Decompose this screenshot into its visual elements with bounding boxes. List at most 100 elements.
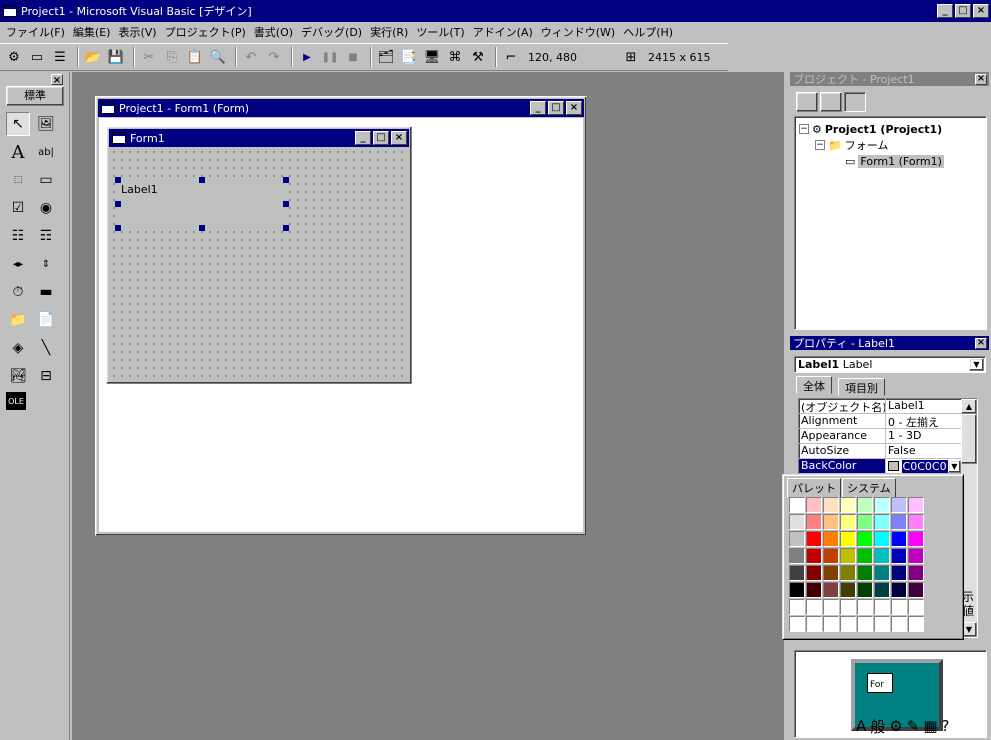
color-swatch[interactable] — [840, 582, 856, 598]
tab-palette[interactable]: パレット — [787, 478, 841, 498]
properties-window-icon[interactable]: 📑 — [399, 47, 419, 67]
toolbox-close-icon[interactable]: × — [51, 74, 63, 86]
color-swatch[interactable] — [874, 616, 890, 632]
property-row[interactable]: Alignment 0 - 左揃え — [799, 414, 977, 429]
color-swatch[interactable] — [908, 548, 924, 564]
resize-handle[interactable] — [283, 225, 289, 231]
color-swatch[interactable] — [891, 599, 907, 615]
project-explorer-title-bar[interactable]: プロジェクト - Project1 × — [790, 72, 989, 86]
form1-design-grid[interactable]: Label1 — [110, 148, 408, 380]
commandbutton-tool-icon[interactable]: ▭ — [34, 168, 58, 192]
color-swatch[interactable] — [891, 548, 907, 564]
hscrollbar-tool-icon[interactable]: ◂▸ — [6, 252, 30, 276]
menu-addins[interactable]: アドイン(A) — [473, 24, 533, 40]
color-swatch[interactable] — [823, 616, 839, 632]
menu-tools[interactable]: ツール(T) — [416, 24, 464, 40]
ole-tool-icon[interactable]: OLE — [6, 392, 26, 410]
color-swatch[interactable] — [789, 531, 805, 547]
tree-node-forms[interactable]: − 📁 フォーム — [799, 137, 982, 153]
minimize-button[interactable]: _ — [937, 4, 953, 18]
color-swatch[interactable] — [874, 582, 890, 598]
object-selector[interactable]: Label1 Label ▼ — [794, 356, 986, 373]
resize-handle[interactable] — [115, 177, 121, 183]
color-swatch[interactable] — [806, 582, 822, 598]
color-swatch[interactable] — [806, 616, 822, 632]
toolbox-tab-general[interactable]: 標準 — [6, 86, 64, 106]
designer-minimize-button[interactable]: _ — [530, 101, 546, 115]
color-swatch[interactable] — [891, 497, 907, 513]
color-swatch[interactable] — [823, 514, 839, 530]
help-icon[interactable]: ? — [942, 717, 950, 735]
tree-node-form1[interactable]: ▭ Form1 (Form1) — [799, 153, 982, 169]
project-explorer-icon[interactable]: 🗂 — [376, 47, 396, 67]
color-swatch[interactable] — [857, 616, 873, 632]
collapse-icon[interactable]: − — [815, 140, 825, 150]
color-swatch[interactable] — [908, 582, 924, 598]
menu-editor-icon[interactable]: ☰ — [50, 47, 70, 67]
copy-icon[interactable]: ⎘ — [162, 47, 182, 67]
mini-form-preview[interactable]: For — [867, 673, 893, 693]
view-object-icon[interactable] — [820, 92, 842, 112]
color-swatch[interactable] — [857, 582, 873, 598]
ime-conversion-icon[interactable]: 般 — [870, 716, 885, 737]
property-row-selected[interactable]: BackColor C0C0C0 ▼ — [799, 459, 977, 474]
color-swatch[interactable] — [857, 565, 873, 581]
color-swatch[interactable] — [789, 514, 805, 530]
chevron-down-icon[interactable]: ▼ — [969, 358, 984, 371]
chevron-down-icon[interactable]: ▼ — [947, 459, 961, 473]
paste-icon[interactable]: 📋 — [185, 47, 205, 67]
color-swatch[interactable] — [806, 548, 822, 564]
color-swatch[interactable] — [840, 565, 856, 581]
main-title-bar[interactable]: Project1 - Microsoft Visual Basic [デザイン]… — [0, 0, 991, 22]
color-swatch[interactable] — [823, 531, 839, 547]
designer-maximize-button[interactable]: □ — [548, 101, 564, 115]
property-row[interactable]: (オブジェクト名) Label1 — [799, 399, 977, 414]
menu-view[interactable]: 表示(V) — [118, 24, 156, 40]
add-form-icon[interactable]: ▭ — [27, 47, 47, 67]
optionbutton-tool-icon[interactable]: ◉ — [34, 196, 58, 220]
resize-handle[interactable] — [283, 177, 289, 183]
scroll-up-icon[interactable]: ▲ — [961, 399, 977, 414]
color-swatch[interactable] — [891, 565, 907, 581]
label1-control[interactable]: Label1 — [115, 177, 289, 231]
color-swatch[interactable] — [840, 599, 856, 615]
ime-tool-icon[interactable]: ⚙ — [889, 717, 902, 735]
color-swatch[interactable] — [823, 582, 839, 598]
color-swatch[interactable] — [908, 497, 924, 513]
menu-run[interactable]: 実行(R) — [370, 24, 408, 40]
color-swatch[interactable] — [891, 616, 907, 632]
form1-maximize-button[interactable]: □ — [373, 131, 389, 145]
color-swatch[interactable] — [891, 514, 907, 530]
form-designer-title-bar[interactable]: Project1 - Form1 (Form) _ □ × — [98, 99, 584, 117]
color-swatch[interactable] — [806, 497, 822, 513]
color-swatch[interactable] — [806, 514, 822, 530]
form1-window[interactable]: Form1 _ □ × Label1 — [106, 126, 412, 384]
menu-project[interactable]: プロジェクト(P) — [165, 24, 246, 40]
color-swatch[interactable] — [857, 514, 873, 530]
menu-edit[interactable]: 編集(E) — [73, 24, 111, 40]
start-icon[interactable]: ▶ — [297, 47, 317, 67]
color-swatch[interactable] — [789, 616, 805, 632]
line-tool-icon[interactable]: ╲ — [34, 336, 58, 360]
color-swatch[interactable] — [823, 548, 839, 564]
add-project-icon[interactable]: ⚙ — [4, 47, 24, 67]
color-swatch[interactable] — [806, 599, 822, 615]
color-swatch[interactable] — [789, 599, 805, 615]
color-swatch[interactable] — [874, 548, 890, 564]
combobox-tool-icon[interactable]: ☷ — [6, 224, 30, 248]
color-swatch[interactable] — [874, 497, 890, 513]
color-swatch[interactable] — [908, 565, 924, 581]
resize-handle[interactable] — [283, 201, 289, 207]
scroll-thumb[interactable] — [961, 414, 977, 464]
frame-tool-icon[interactable]: ⬚ — [6, 168, 30, 192]
tree-node-project[interactable]: − ⚙ Project1 (Project1) — [799, 121, 982, 137]
dirlistbox-tool-icon[interactable]: 📁 — [6, 308, 30, 332]
ime-pad-icon[interactable]: ✎ — [907, 717, 920, 735]
color-swatch[interactable] — [891, 531, 907, 547]
pointer-tool-icon[interactable]: ↖ — [6, 112, 30, 136]
menu-format[interactable]: 書式(O) — [254, 24, 293, 40]
open-project-icon[interactable]: 📂 — [83, 47, 103, 67]
form1-minimize-button[interactable]: _ — [355, 131, 371, 145]
vscrollbar-tool-icon[interactable]: ⇕ — [34, 252, 58, 276]
object-browser-icon[interactable]: ⌘ — [445, 47, 465, 67]
